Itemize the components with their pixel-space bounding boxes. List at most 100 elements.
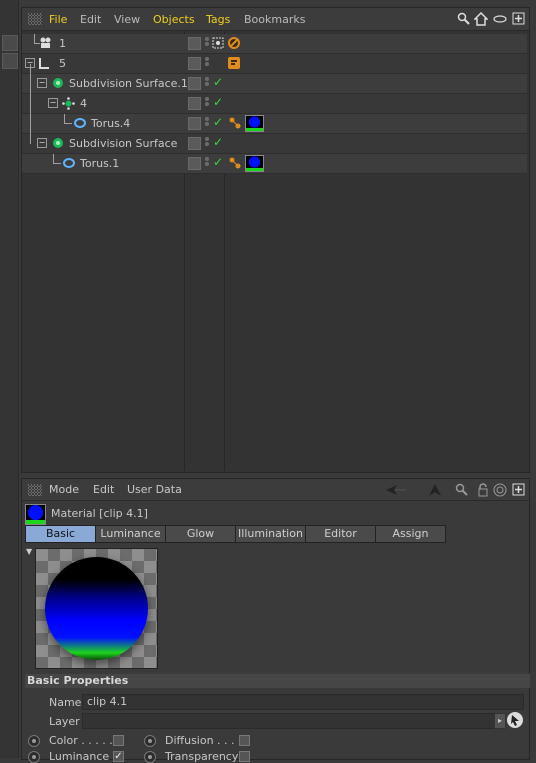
menu-tags[interactable]: Tags: [206, 13, 230, 26]
collapse-icon[interactable]: −: [37, 78, 47, 88]
material-icon: [25, 504, 46, 525]
preview-sphere: [45, 557, 148, 660]
tab-illumination[interactable]: Illumination: [235, 525, 306, 543]
search-icon[interactable]: [456, 12, 470, 26]
om-menubar: File Edit View Objects Tags Bookmarks: [22, 8, 529, 31]
enabled-check-icon[interactable]: ✓: [213, 115, 223, 129]
object-name[interactable]: 1: [59, 37, 66, 50]
name-label: Name: [49, 696, 82, 709]
menu-view[interactable]: View: [114, 13, 140, 26]
enabled-check-icon[interactable]: ✓: [213, 155, 223, 169]
preview-menu-arrow-icon[interactable]: ▼: [26, 547, 32, 556]
eye-icon[interactable]: [493, 12, 507, 26]
object-row[interactable]: Torus.1 ✓: [22, 154, 527, 174]
phong-tag-icon[interactable]: [228, 156, 242, 170]
object-name[interactable]: Torus.4: [91, 117, 130, 130]
enabled-check-icon[interactable]: ✓: [213, 95, 223, 109]
name-field[interactable]: clip 4.1: [82, 694, 524, 710]
visibility-dots[interactable]: [203, 136, 211, 150]
layer-box[interactable]: [188, 157, 201, 170]
tab-glow[interactable]: Glow: [165, 525, 236, 543]
left-dock-strip: [0, 0, 19, 758]
layer-box[interactable]: [188, 117, 201, 130]
camera-icon: [39, 37, 51, 49]
search-icon[interactable]: [454, 483, 468, 497]
radio-icon[interactable]: [144, 735, 156, 747]
material-preview[interactable]: [35, 548, 158, 669]
lock-icon[interactable]: [476, 483, 490, 497]
display-tag-icon[interactable]: [227, 56, 241, 70]
menu-mode[interactable]: Mode: [49, 483, 79, 496]
visibility-dots[interactable]: [203, 96, 211, 110]
pick-cursor-icon[interactable]: [507, 712, 523, 728]
material-tag-icon[interactable]: [245, 155, 264, 172]
channel-diffusion-checkbox[interactable]: [239, 735, 250, 746]
grip-icon[interactable]: [28, 13, 42, 25]
object-row[interactable]: − Subdivision Surface ✓: [22, 124, 527, 154]
channel-luminance-checkbox[interactable]: ✓: [113, 751, 124, 762]
object-row[interactable]: 1: [22, 34, 527, 54]
tree-line: [30, 124, 31, 144]
home-icon[interactable]: [473, 11, 489, 26]
object-name[interactable]: Subdivision Surface: [69, 137, 177, 150]
layer-field[interactable]: [82, 713, 496, 729]
menu-bookmarks[interactable]: Bookmarks: [244, 13, 305, 26]
target-icon[interactable]: [212, 37, 224, 49]
menu-user-data[interactable]: User Data: [127, 483, 182, 496]
object-row[interactable]: − 5: [22, 54, 527, 74]
new-panel-icon[interactable]: [511, 12, 525, 26]
grip-icon[interactable]: [28, 484, 42, 496]
subdivision-surface-icon: [52, 137, 64, 149]
protection-tag-icon[interactable]: [227, 36, 241, 50]
layer-box[interactable]: [188, 137, 201, 150]
layer-menu-arrow-icon[interactable]: ▸: [494, 713, 506, 729]
layer-box[interactable]: [188, 97, 201, 110]
layer-box[interactable]: [188, 57, 201, 70]
menu-edit[interactable]: Edit: [93, 483, 114, 496]
layer-label: Layer: [49, 715, 80, 728]
visibility-dots[interactable]: [203, 156, 211, 170]
tab-luminance[interactable]: Luminance: [95, 525, 166, 543]
object-name[interactable]: Torus.1: [80, 157, 119, 170]
tab-basic[interactable]: Basic: [25, 525, 96, 543]
menu-file[interactable]: File: [49, 13, 67, 26]
material-tag-icon[interactable]: [245, 115, 264, 132]
object-row[interactable]: − 4 ✓: [22, 84, 527, 114]
object-name[interactable]: 4: [80, 97, 87, 110]
new-panel-icon[interactable]: [511, 483, 525, 497]
channel-color-checkbox[interactable]: [113, 735, 124, 746]
channel-transparency-checkbox[interactable]: [239, 751, 250, 762]
visibility-dots[interactable]: [203, 76, 211, 90]
visibility-dots[interactable]: [203, 36, 211, 50]
object-name[interactable]: 5: [59, 57, 66, 70]
enabled-check-icon[interactable]: ✓: [213, 135, 223, 149]
back-arrow-icon[interactable]: [385, 483, 406, 497]
radio-icon[interactable]: [144, 751, 156, 763]
object-row[interactable]: Torus.4 ✓: [22, 104, 527, 134]
radio-icon[interactable]: [28, 751, 40, 763]
tab-editor[interactable]: Editor: [305, 525, 376, 543]
radio-icon[interactable]: [28, 735, 40, 747]
visibility-dots[interactable]: [203, 56, 211, 70]
layer-box[interactable]: [188, 77, 201, 90]
object-row[interactable]: − Subdivision Surface.1 ✓: [22, 64, 527, 94]
object-name[interactable]: Subdivision Surface.1: [69, 77, 188, 90]
target-icon[interactable]: [493, 483, 507, 497]
visibility-dots[interactable]: [203, 116, 211, 130]
collapse-icon[interactable]: −: [37, 138, 47, 148]
up-arrow-icon[interactable]: [428, 483, 442, 497]
collapse-icon[interactable]: −: [48, 98, 58, 108]
tab-assign[interactable]: Assign: [375, 525, 446, 543]
menu-objects[interactable]: Objects: [153, 13, 195, 26]
channel-color-label: Color . . . . .: [49, 734, 113, 747]
dock-tab[interactable]: [2, 35, 18, 51]
dock-tab[interactable]: [2, 53, 18, 69]
section-basic-properties: Basic Properties: [25, 674, 530, 688]
torus-icon: [74, 117, 86, 129]
channel-luminance-label: Luminance: [49, 750, 110, 763]
phong-tag-icon[interactable]: [228, 116, 242, 130]
layer-box[interactable]: [188, 37, 201, 50]
enabled-check-icon[interactable]: ✓: [213, 75, 223, 89]
menu-edit[interactable]: Edit: [80, 13, 101, 26]
channel-transparency-label: Transparency: [165, 750, 239, 763]
